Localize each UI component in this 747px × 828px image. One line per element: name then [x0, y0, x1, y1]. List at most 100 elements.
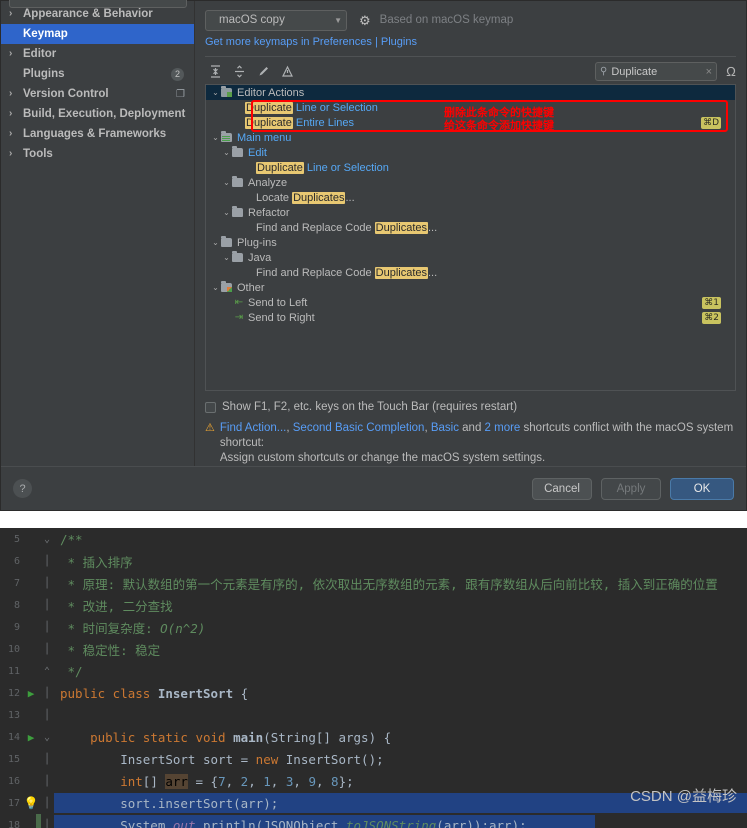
gear-icon[interactable]: ⚙ [359, 14, 371, 27]
chevron-down-icon[interactable]: ⌄ [221, 253, 232, 262]
chevron-down-icon[interactable]: ⌄ [221, 208, 232, 217]
sidebar-item-tools[interactable]: › Tools [1, 144, 194, 164]
keymap-actions-tree[interactable]: ⌄ Editor Actions ⌄Duplicate Line or Select… [205, 84, 736, 391]
code-token: (String[] args) { [263, 729, 392, 745]
code-line[interactable]: 12 ▶ │ public class InsertSort { [0, 682, 747, 704]
clear-search-icon[interactable]: × [706, 66, 712, 78]
tree-row-label-text: Other [237, 281, 265, 294]
tree-row-label-text: Refactor [248, 206, 290, 219]
code-fold-icon[interactable]: ⌃ [40, 666, 54, 677]
chevron-down-icon[interactable]: ⌄ [210, 238, 221, 247]
code-line[interactable]: 18 │ System.out.println(JSONObject.toJSON… [0, 814, 747, 828]
tree-row[interactable]: ⌄Find and Replace Code Duplicates... [206, 220, 735, 235]
intention-bulb-icon[interactable]: 💡 [22, 796, 40, 810]
code-editor[interactable]: 5 ⌄ /** 6 │ * 插入排序 7 │ * 原理: 默认数组的第一个元素是有序的, 依… [0, 528, 747, 828]
tree-row[interactable]: ⌄⇤Send to Left⌘1 [206, 295, 735, 310]
tree-row[interactable]: ⌄ Editor Actions [206, 85, 735, 100]
chevron-right-icon: › [9, 8, 13, 19]
find-by-shortcut-icon[interactable]: Ω [726, 64, 736, 79]
keymap-search-input[interactable]: ⚲ Duplicate × [595, 62, 717, 81]
code-line[interactable]: 15 │ InsertSort sort = new InsertSort(); [0, 748, 747, 770]
sidebar-item-version-control[interactable]: › Version Control ❐ [1, 84, 194, 104]
code-line[interactable]: 9 │ * 时间复杂度: O(n^2) [0, 616, 747, 638]
code-token: 1 [263, 773, 271, 789]
folder-icon [221, 236, 232, 247]
code-fold-icon[interactable]: │ [40, 622, 54, 633]
search-icon: ⚲ [600, 66, 608, 77]
tree-row[interactable]: ⌄ Edit [206, 145, 735, 160]
tree-row-label-prefix: Locate [256, 191, 293, 204]
code-fold-icon[interactable]: ⌄ [40, 534, 54, 545]
chevron-down-icon[interactable]: ⌄ [210, 283, 221, 292]
copy-icon[interactable]: ❐ [176, 89, 185, 100]
run-gutter-icon[interactable]: ▶ [22, 687, 40, 700]
cancel-button[interactable]: Cancel [532, 477, 592, 500]
code-fold-icon[interactable]: │ [40, 644, 54, 655]
code-token: out [172, 817, 196, 828]
line-number: 11 [7, 665, 20, 677]
code-text: * 稳定性: 稳定 [54, 640, 161, 659]
show-conflicts-icon[interactable] [280, 64, 295, 79]
help-button[interactable]: ? [13, 479, 32, 498]
chevron-down-icon: ▼ [334, 15, 342, 25]
sidebar-item-editor[interactable]: › Editor [1, 44, 194, 64]
conflict-link-2-more[interactable]: 2 more [485, 422, 521, 434]
code-line[interactable]: 8 │ * 改进, 二分查找 [0, 594, 747, 616]
line-number: 10 [7, 643, 20, 655]
code-line[interactable]: 6 │ * 插入排序 [0, 550, 747, 572]
code-line[interactable]: 11 ⌃ */ [0, 660, 747, 682]
chevron-down-icon[interactable]: ⌄ [210, 133, 221, 142]
ok-button[interactable]: OK [670, 477, 734, 500]
code-line[interactable]: 10 │ * 稳定性: 稳定 [0, 638, 747, 660]
sidebar-item-badge: 2 [171, 67, 184, 81]
tree-row[interactable]: ⌄Locate Duplicates... [206, 190, 735, 205]
preferences-plugins-link[interactable]: Preferences | Plugins [313, 36, 417, 48]
touchbar-checkbox-row[interactable]: Show F1, F2, etc. keys on the Touch Bar … [205, 397, 736, 417]
run-gutter-icon[interactable]: ▶ [22, 731, 40, 744]
code-fold-icon[interactable]: │ [40, 556, 54, 567]
code-fold-icon[interactable]: │ [40, 600, 54, 611]
code-fold-icon[interactable]: │ [40, 578, 54, 589]
collapse-all-icon[interactable] [232, 64, 247, 79]
conflict-link-find-action[interactable]: Find Action... [220, 422, 286, 434]
chevron-down-icon[interactable]: ⌄ [210, 88, 221, 97]
sidebar-search-input[interactable] [9, 0, 187, 8]
code-line[interactable]: 5 ⌄ /** [0, 528, 747, 550]
sidebar-item-languages-frameworks[interactable]: › Languages & Frameworks [1, 124, 194, 144]
code-token: sort.insertSort(arr); [60, 795, 279, 811]
tree-row-label: Editor Actions [235, 87, 304, 99]
tree-node-icon [221, 131, 235, 142]
sidebar-item-build-execution-deployment[interactable]: › Build, Execution, Deployment [1, 104, 194, 124]
code-line[interactable]: 13 │ [0, 704, 747, 726]
expand-all-icon[interactable] [208, 64, 223, 79]
code-fold-icon[interactable]: ⌄ [40, 732, 54, 743]
code-line[interactable]: 7 │ * 原理: 默认数组的第一个元素是有序的, 依次取出无序数组的元素, 跟有… [0, 572, 747, 594]
chevron-down-icon[interactable]: ⌄ [221, 148, 232, 157]
tree-row[interactable]: ⌄⇥Send to Right⌘2 [206, 310, 735, 325]
tree-row-match-highlight: Duplicates [374, 266, 428, 279]
conflict-link-second-basic-completion[interactable]: Second Basic Completion [293, 422, 425, 434]
touchbar-checkbox[interactable] [205, 401, 216, 413]
tree-row[interactable]: ⌄Find and Replace Code Duplicates... [206, 265, 735, 280]
tree-row[interactable]: ⌄ Java [206, 250, 735, 265]
code-text: * 时间复杂度: O(n^2) [54, 618, 206, 637]
tree-row[interactable]: ⌄ Refactor [206, 205, 735, 220]
tree-row[interactable]: ⌄Duplicate Line or Selection [206, 160, 735, 175]
conflict-link-basic[interactable]: Basic [431, 422, 459, 434]
apply-button[interactable]: Apply [601, 477, 661, 500]
line-number: 13 [7, 709, 20, 721]
keymap-select[interactable]: macOS copy ▼ [205, 9, 347, 31]
sidebar-item-label: Keymap [23, 28, 68, 40]
warning-icon: ⚠ [205, 422, 215, 434]
sidebar-item-plugins[interactable]: ›Plugins2 [1, 64, 194, 84]
tree-row-label: Other [235, 282, 265, 294]
edit-shortcut-icon[interactable] [256, 64, 271, 79]
sidebar-item-keymap[interactable]: ›Keymap [1, 24, 194, 44]
tree-row[interactable]: ⌄ Analyze [206, 175, 735, 190]
code-line[interactable]: 14 ▶ ⌄ public static void main(String[] ar… [0, 726, 747, 748]
tree-row[interactable]: ⌄ Other [206, 280, 735, 295]
tree-row[interactable]: ⌄ Plug-ins [206, 235, 735, 250]
chevron-down-icon[interactable]: ⌄ [221, 178, 232, 187]
chevron-right-icon: › [9, 108, 13, 119]
